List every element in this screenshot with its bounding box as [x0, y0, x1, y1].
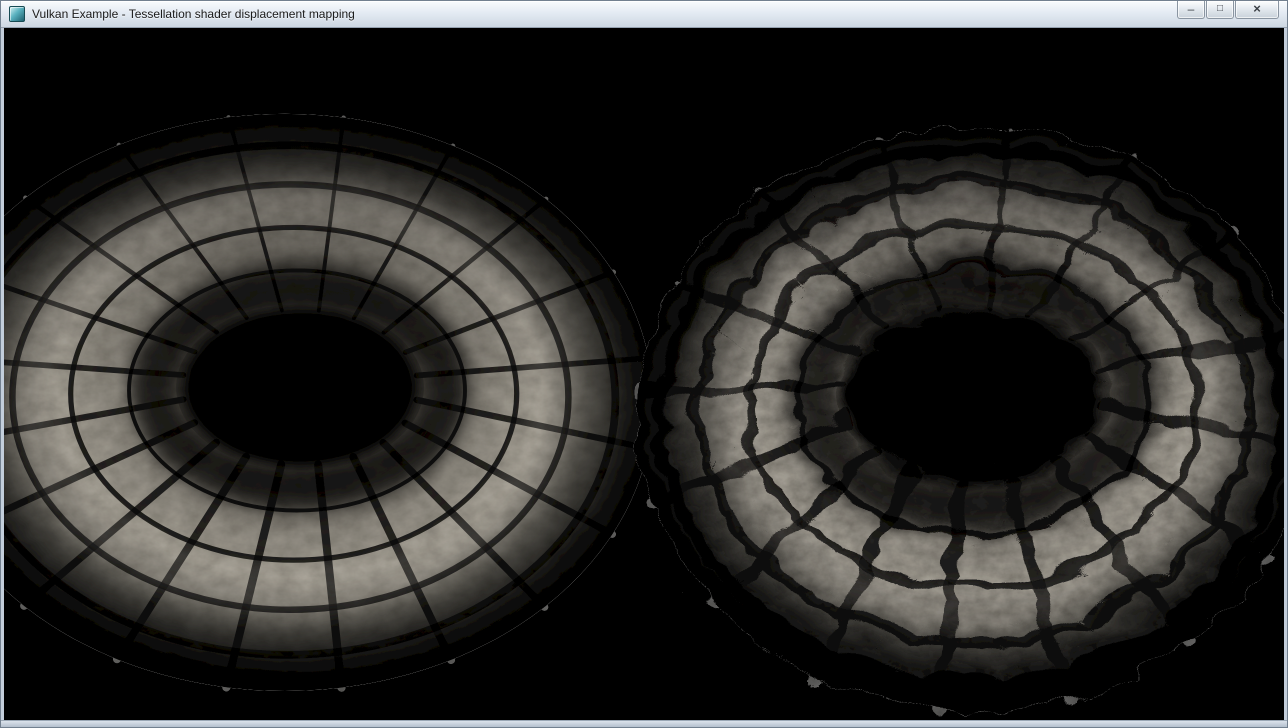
maximize-icon: □ — [1217, 4, 1223, 14]
window-controls: – □ × — [1177, 1, 1279, 19]
torus-displacement-mapped — [632, 121, 1284, 706]
vulkan-scene — [4, 28, 1284, 720]
minimize-icon: – — [1188, 3, 1195, 15]
titlebar[interactable]: Vulkan Example - Tessellation shader dis… — [1, 1, 1287, 28]
render-viewport[interactable] — [4, 28, 1284, 720]
minimize-button[interactable]: – — [1177, 1, 1205, 19]
window-frame-bottom — [1, 720, 1287, 727]
close-icon: × — [1253, 2, 1261, 15]
window-title: Vulkan Example - Tessellation shader dis… — [32, 7, 355, 21]
torus-no-displacement — [4, 114, 653, 691]
maximize-button[interactable]: □ — [1206, 1, 1234, 19]
close-button[interactable]: × — [1235, 1, 1279, 19]
app-window: Vulkan Example - Tessellation shader dis… — [0, 0, 1288, 728]
app-icon[interactable] — [9, 6, 25, 22]
